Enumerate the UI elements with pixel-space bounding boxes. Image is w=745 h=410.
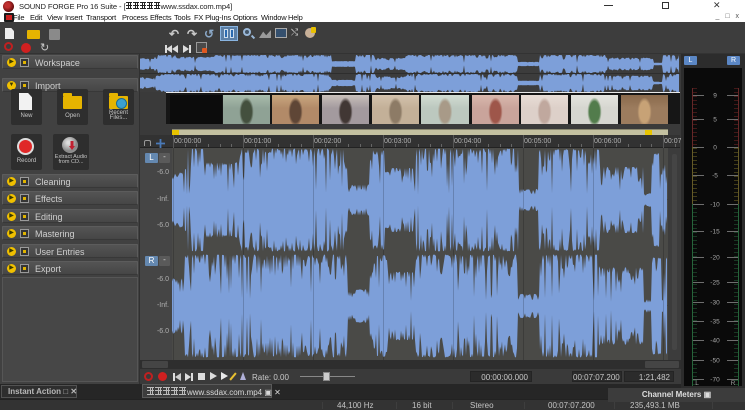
svg-text:-15: -15 bbox=[710, 229, 720, 236]
svg-text:R: R bbox=[731, 380, 736, 387]
svg-text:-30: -30 bbox=[710, 300, 720, 307]
svg-text:-20: -20 bbox=[710, 255, 720, 262]
svg-text:-50: -50 bbox=[710, 358, 720, 365]
svg-text:0: 0 bbox=[713, 145, 717, 152]
svg-text:L: L bbox=[695, 380, 699, 387]
svg-text:-5: -5 bbox=[712, 173, 718, 180]
svg-text:-10: -10 bbox=[710, 202, 720, 209]
svg-text:-40: -40 bbox=[710, 338, 720, 345]
svg-text:9: 9 bbox=[713, 93, 717, 100]
svg-text:-70: -70 bbox=[710, 377, 720, 384]
svg-text:-25: -25 bbox=[710, 280, 720, 287]
svg-text:5: 5 bbox=[713, 117, 717, 124]
svg-text:-35: -35 bbox=[710, 319, 720, 326]
